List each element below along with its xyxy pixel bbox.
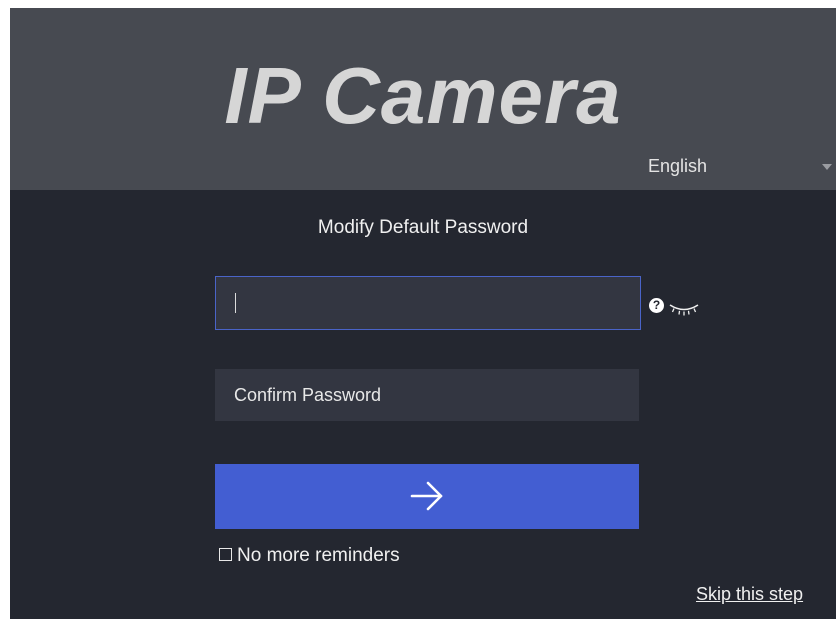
confirm-password-input[interactable]: [215, 369, 639, 421]
header-bar: IP Camera English: [10, 8, 836, 190]
submit-button[interactable]: [215, 464, 639, 529]
text-caret: [235, 293, 236, 313]
login-window: IP Camera English Modify Default Passwor…: [10, 8, 836, 619]
question-circle-icon[interactable]: ?: [649, 298, 664, 313]
language-selected-value: English: [648, 156, 708, 176]
caret-down-icon: [822, 164, 832, 170]
eye-closed-icon[interactable]: [668, 302, 700, 318]
dialog-title: Modify Default Password: [317, 217, 529, 238]
skip-step-link[interactable]: Skip this step: [696, 584, 803, 605]
app-title: IP Camera: [224, 51, 622, 140]
arrow-right-icon: [410, 481, 443, 511]
no-more-reminders-label: No more reminders: [237, 545, 400, 566]
new-password-input[interactable]: [215, 276, 641, 330]
no-more-reminders-checkbox[interactable]: [219, 548, 232, 561]
language-select[interactable]: English: [648, 150, 832, 182]
